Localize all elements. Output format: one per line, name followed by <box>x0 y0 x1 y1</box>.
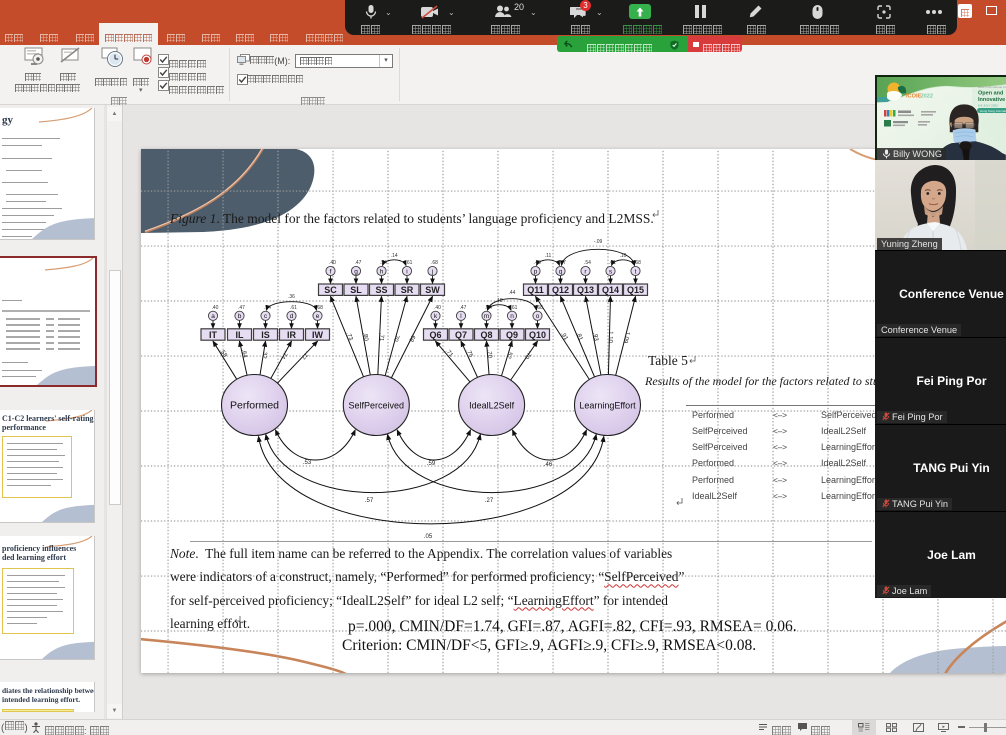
svg-text:.74: .74 <box>279 349 289 360</box>
svg-text:.71: .71 <box>378 333 384 342</box>
svg-text:.75: .75 <box>464 349 473 360</box>
svg-text:.40: .40 <box>434 305 441 311</box>
svg-text:.68: .68 <box>431 260 438 266</box>
svg-text:SelfPerceived: SelfPerceived <box>349 401 405 411</box>
svg-text:.91: .91 <box>559 331 569 342</box>
svg-text:IR: IR <box>287 330 297 340</box>
svg-text:Q15: Q15 <box>627 285 644 295</box>
svg-text:h: h <box>380 268 384 275</box>
svg-text:m: m <box>484 313 489 320</box>
svg-text:1.09: 1.09 <box>621 331 630 344</box>
svg-text:6-8 JULY 2022: 6-8 JULY 2022 <box>978 104 998 108</box>
svg-text:.81: .81 <box>575 332 584 343</box>
svg-text:a: a <box>211 313 215 320</box>
svg-text:1.10: 1.10 <box>607 331 613 344</box>
svg-text:Hong Kong Internationa: Hong Kong Internationa <box>980 109 1006 113</box>
svg-text:Q11: Q11 <box>527 285 544 295</box>
svg-text:.52: .52 <box>505 349 513 359</box>
svg-text:.93: .93 <box>591 332 599 342</box>
svg-text:e: e <box>316 313 320 320</box>
svg-text:2022 International Confe: 2022 International Confe <box>978 85 1006 89</box>
svg-text:b: b <box>238 313 242 320</box>
svg-text:o: o <box>536 313 540 320</box>
svg-text:SS: SS <box>375 285 387 295</box>
svg-text:.68: .68 <box>536 305 543 311</box>
svg-text:Innovative Ed: Innovative Ed <box>978 97 1006 103</box>
svg-text:.73: .73 <box>345 332 354 343</box>
svg-text:.46: .46 <box>544 462 553 468</box>
svg-text:.80: .80 <box>361 332 368 342</box>
svg-text:p: p <box>534 268 538 275</box>
svg-text:SR: SR <box>401 285 414 295</box>
svg-text:.05: .05 <box>424 534 433 540</box>
svg-text:Performed: Performed <box>230 400 279 412</box>
svg-text:IL: IL <box>236 330 245 340</box>
svg-text:.47: .47 <box>559 260 566 266</box>
svg-text:.61: .61 <box>511 305 518 311</box>
svg-text:.68: .68 <box>407 332 416 343</box>
svg-text:IT: IT <box>209 330 218 340</box>
svg-text:IdealL2Self: IdealL2Self <box>469 401 515 411</box>
svg-text:Q9: Q9 <box>506 330 518 340</box>
svg-text:.47: .47 <box>355 260 362 266</box>
svg-text:.11: .11 <box>545 253 552 259</box>
svg-text:.70: .70 <box>486 349 493 358</box>
svg-text:.61: .61 <box>406 260 413 266</box>
svg-text:.14: .14 <box>391 253 398 259</box>
svg-text:.70: .70 <box>523 349 533 360</box>
svg-text:SW: SW <box>425 285 440 295</box>
svg-text:Q10: Q10 <box>529 330 546 340</box>
svg-text:Open and: Open and <box>978 91 1003 97</box>
svg-text:LearningEffort: LearningEffort <box>579 401 636 411</box>
svg-text:.57: .57 <box>365 498 374 504</box>
svg-text:.27: .27 <box>485 498 494 504</box>
svg-text:Q13: Q13 <box>577 285 594 295</box>
svg-text:.40: .40 <box>212 305 219 311</box>
svg-text:.70: .70 <box>392 332 400 342</box>
svg-text:Q14: Q14 <box>602 285 619 295</box>
svg-text:d: d <box>290 313 294 320</box>
svg-text:SC: SC <box>324 285 337 295</box>
svg-text:.44: .44 <box>509 290 516 296</box>
svg-text:.53: .53 <box>303 460 312 466</box>
svg-text:i: i <box>406 268 407 275</box>
svg-text:.36: .36 <box>288 294 295 300</box>
svg-text:.64: .64 <box>240 349 248 359</box>
svg-text:IS: IS <box>261 330 270 340</box>
svg-text:IW: IW <box>312 330 324 340</box>
svg-text:f: f <box>330 268 332 275</box>
svg-text:ICOIE: ICOIE <box>906 94 921 100</box>
svg-text:.68: .68 <box>316 305 323 311</box>
svg-text:.47: .47 <box>238 305 245 311</box>
svg-text:SL: SL <box>350 285 362 295</box>
svg-text:Q8: Q8 <box>480 330 492 340</box>
svg-text:Q6: Q6 <box>429 330 441 340</box>
svg-text:Q7: Q7 <box>455 330 467 340</box>
svg-text:-.09: -.09 <box>594 239 603 245</box>
svg-text:g: g <box>354 268 358 275</box>
svg-text:j: j <box>431 268 433 275</box>
svg-text:2022: 2022 <box>921 94 933 100</box>
svg-text:q: q <box>559 268 563 275</box>
svg-text:.58: .58 <box>218 348 228 359</box>
svg-text:.61: .61 <box>290 305 297 311</box>
svg-text:.59: .59 <box>427 461 436 467</box>
svg-text:.40: .40 <box>329 260 336 266</box>
svg-text:.71: .71 <box>444 348 454 359</box>
svg-text:.47: .47 <box>460 305 467 311</box>
svg-text:t: t <box>635 268 637 275</box>
svg-text:Q12: Q12 <box>552 285 569 295</box>
svg-text:.68: .68 <box>634 260 641 266</box>
svg-text:.54: .54 <box>584 260 591 266</box>
svg-text:n: n <box>510 313 514 320</box>
svg-text:.32: .32 <box>260 350 267 360</box>
